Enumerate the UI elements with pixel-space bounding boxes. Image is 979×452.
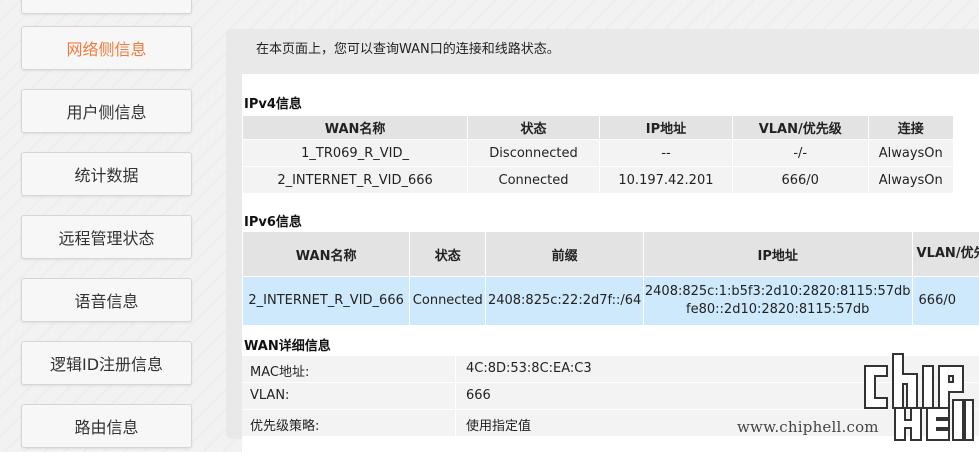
ipv6-cell-prefix: 2408:825c:22:2d7f::/64 bbox=[485, 276, 644, 326]
sidebar-item-voice-info[interactable]: 语音信息 bbox=[21, 278, 192, 322]
sidebar-item-route-info[interactable]: 路由信息 bbox=[21, 404, 192, 448]
wan-detail-title: WAN详细信息 bbox=[244, 339, 331, 354]
ipv6-ip-global: 2408:825c:1:b5f3:2d10:2820:8115:57db bbox=[644, 284, 911, 299]
ipv6-cell-vlan: 666/0 bbox=[911, 276, 979, 326]
sidebar-item-wan-info[interactable]: 网络侧信息 bbox=[21, 26, 192, 70]
divider bbox=[455, 356, 456, 382]
ipv4-cell-name: 2_INTERNET_R_VID_666 bbox=[242, 166, 469, 194]
ipv6-table: WAN名称 状态 前缀 IP地址 VLAN/优先级 2_INTERNET_R_V… bbox=[242, 231, 979, 326]
ipv6-col-prefix: 前缀 bbox=[485, 231, 644, 277]
table-row: 2_INTERNET_R_VID_666 Connected 2408:825c… bbox=[242, 276, 979, 326]
ipv4-cell-connection: AlwaysOn bbox=[867, 139, 955, 167]
ipv6-col-ip: IP地址 bbox=[642, 231, 913, 277]
sidebar-item-statistics[interactable]: 统计数据 bbox=[21, 152, 192, 196]
detail-value: 使用指定值 bbox=[466, 419, 532, 434]
sidebar-item-logical-id[interactable]: 逻辑ID注册信息 bbox=[21, 341, 192, 385]
ipv4-col-vlan: VLAN/优先级 bbox=[731, 115, 869, 140]
ipv4-section-title: IPv4信息 bbox=[244, 97, 302, 112]
ipv4-col-status: 状态 bbox=[467, 115, 600, 140]
detail-value: 666 bbox=[466, 388, 491, 403]
ipv6-cell-name: 2_INTERNET_R_VID_666 bbox=[242, 276, 411, 326]
ipv4-cell-ip: -- bbox=[598, 139, 733, 167]
ipv4-col-connection: 连接 bbox=[867, 115, 955, 140]
ipv4-col-ip: IP地址 bbox=[598, 115, 733, 140]
watermark: www.chiphell.com bbox=[735, 346, 975, 446]
sidebar-nav: 网络侧信息 用户侧信息 统计数据 远程管理状态 语音信息 逻辑ID注册信息 路由… bbox=[0, 0, 210, 452]
sidebar-item-remote-management[interactable]: 远程管理状态 bbox=[21, 215, 192, 259]
ipv4-cell-vlan: 666/0 bbox=[731, 166, 869, 194]
detail-value: 4C:8D:53:8C:EA:C3 bbox=[466, 361, 592, 376]
ipv6-col-vlan: VLAN/优先级 bbox=[911, 231, 979, 277]
detail-key: MAC地址: bbox=[250, 365, 310, 380]
detail-key: 优先级策略: bbox=[250, 419, 320, 434]
ipv6-cell-ip: 2408:825c:1:b5f3:2d10:2820:8115:57db fe8… bbox=[642, 276, 913, 326]
ipv4-col-wan-name: WAN名称 bbox=[242, 115, 469, 140]
detail-key: VLAN: bbox=[250, 388, 290, 403]
ipv6-col-wan-name: WAN名称 bbox=[242, 231, 411, 277]
sidebar-item-user-info[interactable]: 用户侧信息 bbox=[21, 89, 192, 133]
ipv4-cell-name: 1_TR069_R_VID_ bbox=[242, 139, 469, 167]
divider bbox=[455, 410, 456, 436]
ipv4-cell-status: Connected bbox=[467, 166, 600, 194]
sidebar-item-partial[interactable] bbox=[21, 0, 192, 14]
ipv4-cell-ip: 10.197.42.201 bbox=[598, 166, 733, 194]
page-description: 在本页面上，您可以查询WAN口的连接和线路状态。 bbox=[256, 42, 560, 57]
ipv4-table: WAN名称 状态 IP地址 VLAN/优先级 连接 1_TR069_R_VID_… bbox=[242, 115, 955, 194]
ipv6-cell-status: Connected bbox=[409, 276, 487, 326]
ipv6-col-status: 状态 bbox=[409, 231, 487, 277]
ipv6-ip-link-local: fe80::2d10:2820:8115:57db bbox=[686, 302, 870, 317]
table-row: 1_TR069_R_VID_ Disconnected -- -/- Alway… bbox=[242, 139, 955, 167]
ipv4-cell-connection: AlwaysOn bbox=[867, 166, 955, 194]
ipv6-header-row: WAN名称 状态 前缀 IP地址 VLAN/优先级 bbox=[242, 231, 979, 277]
divider bbox=[455, 383, 456, 409]
ipv6-section-title: IPv6信息 bbox=[244, 215, 302, 230]
chiphell-logo-icon bbox=[864, 353, 974, 441]
ipv4-header-row: WAN名称 状态 IP地址 VLAN/优先级 连接 bbox=[242, 115, 955, 140]
ipv4-cell-vlan: -/- bbox=[731, 139, 869, 167]
ipv4-cell-status: Disconnected bbox=[467, 139, 600, 167]
table-row: 2_INTERNET_R_VID_666 Connected 10.197.42… bbox=[242, 166, 955, 194]
